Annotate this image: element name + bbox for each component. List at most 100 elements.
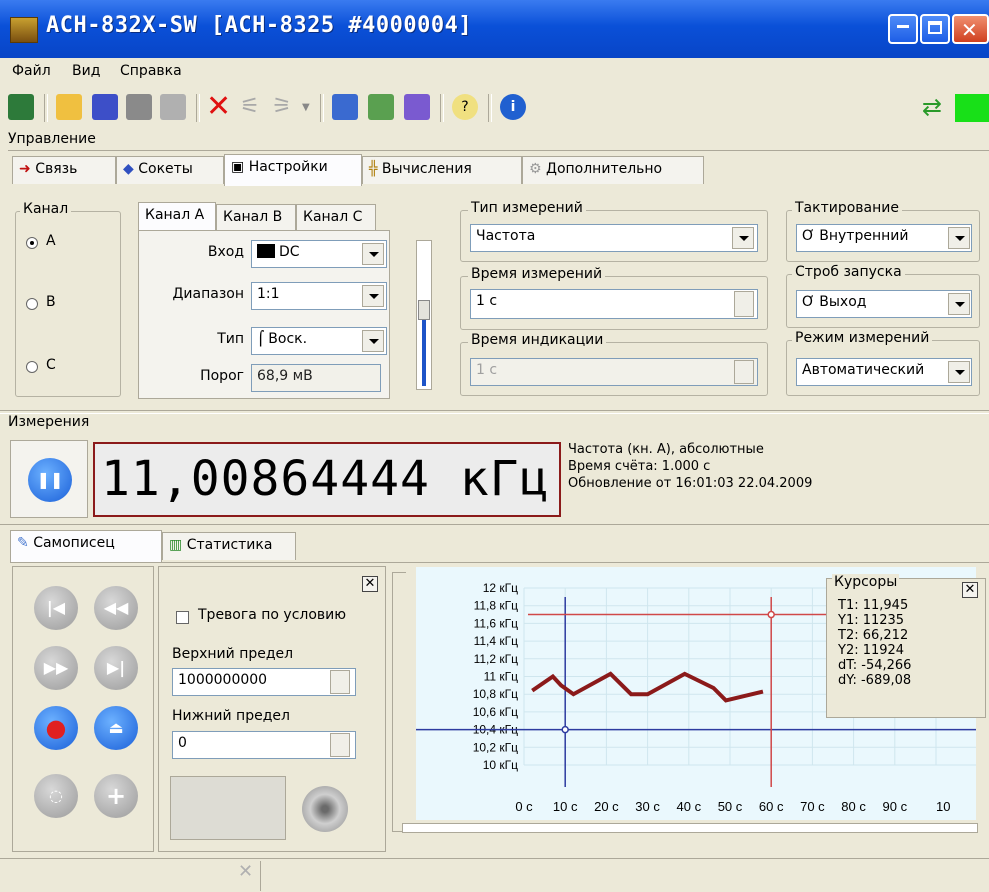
measurement-display: 11,00864444 кГц <box>93 442 561 517</box>
chevron-down-icon[interactable] <box>948 227 970 249</box>
eject-button[interactable]: ⏏ <box>94 706 138 750</box>
first-button[interactable]: |◀ <box>34 586 78 630</box>
tab-additional[interactable]: ⚙ Дополнительно <box>522 156 704 184</box>
help-icon[interactable]: ? <box>452 94 478 120</box>
rewind-button[interactable]: ◀◀ <box>94 586 138 630</box>
users-icon[interactable] <box>368 94 394 120</box>
last-button[interactable]: ▶| <box>94 646 138 690</box>
close-icon[interactable]: ✕ <box>962 582 978 598</box>
delete-icon[interactable]: ✕ <box>206 92 232 122</box>
tab-statistics[interactable]: ▥ Статистика <box>162 532 296 560</box>
menu-help[interactable]: Справка <box>120 63 182 79</box>
save-icon[interactable] <box>92 94 118 120</box>
toolbar-separator <box>440 94 444 122</box>
chevron-down-icon[interactable] <box>948 361 970 383</box>
status-bar: ✕ <box>0 858 989 892</box>
meas-type-select[interactable]: Частота <box>470 224 758 252</box>
open-folder-icon[interactable] <box>56 94 82 120</box>
range-label: Диапазон <box>172 286 244 302</box>
calibrate-icon[interactable] <box>332 94 358 120</box>
strobe-group-label: Строб запуска <box>792 264 905 280</box>
input-label: Вход <box>207 244 244 260</box>
exit-icon[interactable] <box>8 94 34 120</box>
channel-group-label: Канал <box>20 201 72 217</box>
x-tick-label: 40 с <box>677 799 702 814</box>
clock-select[interactable]: Ơ Внутренний <box>796 224 972 252</box>
wizard-icon[interactable] <box>404 94 430 120</box>
close-icon[interactable]: ✕ <box>362 576 378 592</box>
divider <box>0 410 989 414</box>
radio-channel-a[interactable] <box>26 237 38 249</box>
tab-channel-b[interactable]: Канал B <box>216 204 296 232</box>
control-tabs: ➜ Связь ◆ Сокеты ▣ Настройки ╬ Вычислени… <box>12 154 712 186</box>
clock-group-label: Тактирование <box>792 200 902 216</box>
close-button[interactable]: ✕ <box>952 14 989 44</box>
meas-time-field[interactable]: 1 с <box>470 289 758 319</box>
speaker-icon[interactable] <box>302 786 348 832</box>
alarm-checkbox[interactable] <box>176 611 189 624</box>
time-scrollbar[interactable] <box>402 823 978 833</box>
tab-sockets[interactable]: ◆ Сокеты <box>116 156 224 184</box>
cursors-title: Курсоры <box>832 574 900 590</box>
lower-limit-spinner[interactable] <box>330 733 350 757</box>
meas-time-spinner[interactable] <box>734 291 754 317</box>
cursor-y2: Y2: 11924 <box>838 643 905 658</box>
lower-limit-field[interactable]: 0 <box>172 731 356 759</box>
title-bar: АСН-832X-SW [АСН-8325 #4000004] ✕ <box>0 0 989 58</box>
chevron-down-icon[interactable] <box>948 293 970 315</box>
x-tick-label: 90 с <box>883 799 908 814</box>
zoom-in-button[interactable]: + <box>94 774 138 818</box>
window-title: АСН-832X-SW [АСН-8325 #4000004] <box>46 13 473 38</box>
strobe-select[interactable]: Ơ Выход <box>796 290 972 318</box>
menu-file[interactable]: Файл <box>12 63 51 79</box>
mode-select[interactable]: Автоматический <box>796 358 972 386</box>
minimize-button[interactable] <box>888 14 918 44</box>
radio-channel-b[interactable] <box>26 298 38 310</box>
upper-limit-field[interactable]: 1000000000 <box>172 668 356 696</box>
zoom-out-button[interactable]: ◌ <box>34 774 78 818</box>
maximize-button[interactable] <box>920 14 950 44</box>
toolbar-separator <box>488 94 492 122</box>
tab-settings[interactable]: ▣ Настройки <box>224 154 362 186</box>
chevron-down-icon[interactable] <box>362 243 384 265</box>
vertical-scale-slider[interactable] <box>392 572 406 832</box>
tab-recorder[interactable]: ✎ Самописец <box>10 530 162 562</box>
print-icon[interactable] <box>160 94 186 120</box>
tab-calculations[interactable]: ╬ Вычисления <box>362 156 522 184</box>
tab-channel-a[interactable]: Канал A <box>138 202 216 230</box>
preview-icon[interactable] <box>126 94 152 120</box>
chevron-down-icon[interactable]: ▼ <box>302 102 310 113</box>
upper-limit-spinner[interactable] <box>330 670 350 694</box>
threshold-label: Порог <box>200 368 244 384</box>
tab-connection[interactable]: ➜ Связь <box>12 156 116 184</box>
menu-view[interactable]: Вид <box>72 63 100 79</box>
y-tick-label: 11,4 кГц <box>474 634 519 648</box>
clock-icon: Ơ <box>802 228 815 244</box>
x-tick-label: 20 с <box>594 799 619 814</box>
pause-button[interactable]: ❚❚ <box>28 458 72 502</box>
chevron-down-icon[interactable] <box>362 285 384 307</box>
connect-icon[interactable]: ⚞ <box>272 94 298 120</box>
disconnect-icon[interactable]: ⚟ <box>240 94 266 120</box>
refresh-icon[interactable]: ⇄ <box>922 94 948 120</box>
threshold-slider-thumb[interactable] <box>418 300 430 320</box>
chevron-down-icon[interactable] <box>732 227 754 249</box>
y-tick-label: 12 кГц <box>483 581 518 595</box>
meas-type-group-label: Тип измерений <box>468 200 586 216</box>
record-button[interactable]: ● <box>34 706 78 750</box>
x-tick-label: 30 с <box>635 799 660 814</box>
radio-channel-c[interactable] <box>26 361 38 373</box>
x-tick-label: 10 с <box>553 799 578 814</box>
toolbar-separator <box>320 94 324 122</box>
cursor-values: T1: 11,945 Y1: 11235 T2: 66,212 Y2: 1192… <box>838 598 911 688</box>
measurement-info-line2: Время счёта: 1.000 с <box>568 459 711 474</box>
toolbar-separator <box>196 94 200 122</box>
measurement-value: 11,00864444 кГц <box>101 451 550 507</box>
radio-channel-a-label: A <box>46 233 56 249</box>
tab-channel-c[interactable]: Канал C <box>296 204 376 232</box>
chevron-down-icon[interactable] <box>362 330 384 352</box>
forward-button[interactable]: ▶▶ <box>34 646 78 690</box>
info-icon[interactable]: i <box>500 94 526 120</box>
control-section-label: Управление <box>8 131 96 147</box>
display-time-spinner <box>734 360 754 384</box>
